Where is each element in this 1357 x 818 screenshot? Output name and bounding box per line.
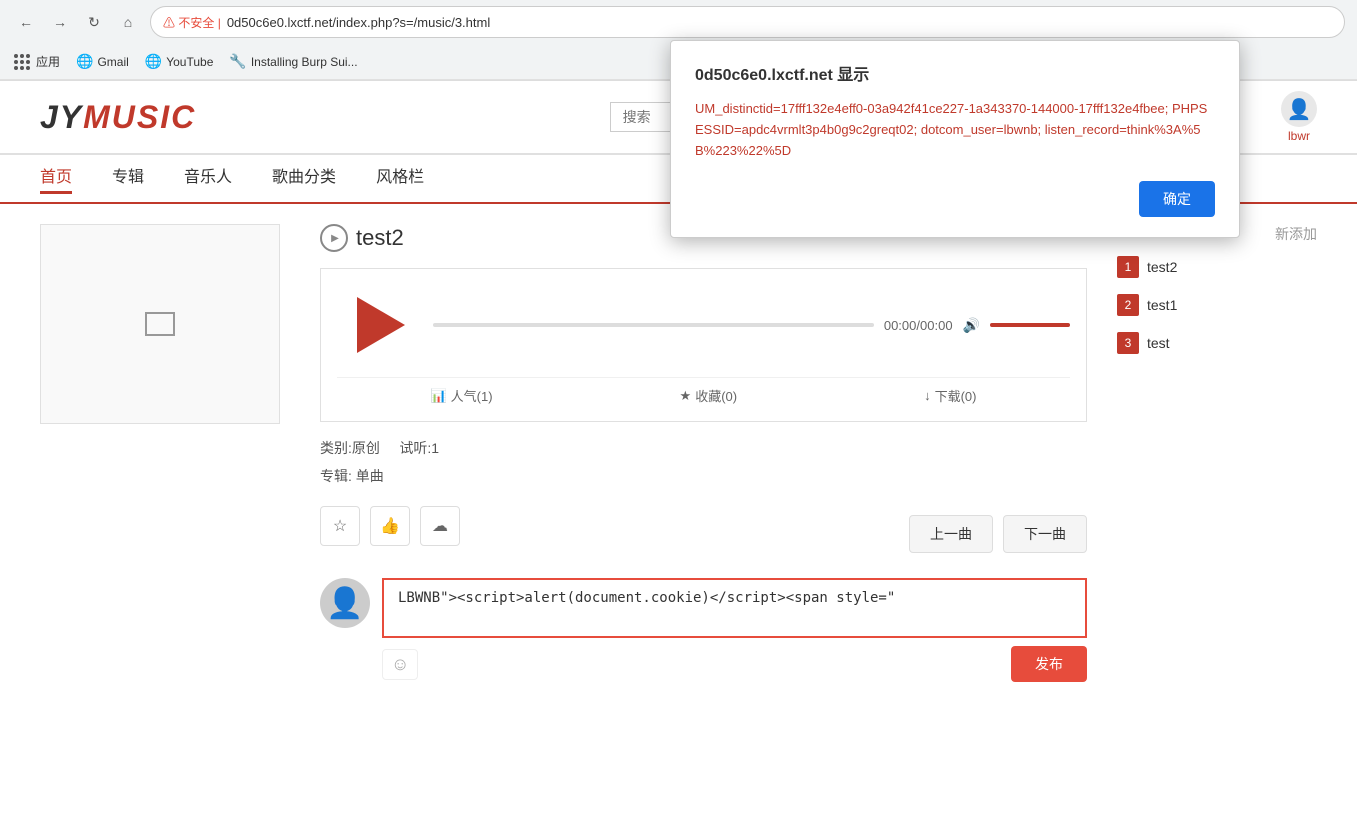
star-button[interactable]: ☆ — [320, 506, 360, 546]
player-actions: 📊 人气(1) ★ 收藏(0) ↓ 下载(0) — [337, 377, 1070, 405]
youtube-icon: 🌐 — [145, 53, 162, 70]
play-button[interactable] — [337, 285, 417, 365]
bookmark-youtube-label: YouTube — [166, 55, 213, 69]
back-button[interactable]: ← — [12, 8, 40, 36]
favorites-label: 收藏(0) — [695, 386, 737, 405]
song-meta: 类别:原创 试听:1 — [320, 438, 1087, 458]
download-icon: ↓ — [924, 388, 931, 403]
bookmark-apps[interactable]: 应用 — [12, 52, 60, 72]
security-warning: ⚠ 不安全 | — [163, 14, 221, 31]
center-panel: test2 00:00/00:00 🔊 — [320, 224, 1087, 682]
action-buttons: ☆ 👍 ☁ — [320, 506, 460, 546]
time-display: 00:00/00:00 — [884, 318, 953, 333]
nav-item-home[interactable]: 首页 — [40, 163, 72, 194]
volume-icon[interactable]: 🔊 — [963, 317, 980, 334]
comment-toolbar: ☺ 发布 — [382, 646, 1087, 682]
prev-button[interactable]: 上一曲 — [909, 515, 993, 553]
downloads-action[interactable]: ↓ 下载(0) — [924, 386, 976, 405]
listen-label: 试听:1 — [399, 440, 439, 456]
right-panel: 新添加 1 test2 2 test1 3 test — [1117, 224, 1317, 682]
player-controls: 00:00/00:00 🔊 — [433, 317, 1070, 334]
progress-bar[interactable] — [433, 323, 874, 327]
alert-dialog: 0d50c6e0.lxctf.net 显示 UM_distinctid=17ff… — [670, 40, 1240, 238]
comment-input[interactable]: LBWNB"><script>alert(document.cookie)</s… — [382, 578, 1087, 638]
play-triangle-icon — [357, 297, 405, 353]
user-avatar[interactable]: 👤 — [1281, 91, 1317, 127]
alert-footer: 确定 — [695, 181, 1215, 217]
comment-section: 👤 LBWNB"><script>alert(document.cookie)<… — [320, 578, 1087, 682]
main-content: test2 00:00/00:00 🔊 — [0, 204, 1357, 702]
bookmark-youtube[interactable]: 🌐 YouTube — [145, 53, 214, 70]
album-thumbnail — [145, 312, 175, 336]
nav-buttons: ← → ↻ ⌂ — [12, 8, 142, 36]
alert-header: 0d50c6e0.lxctf.net 显示 — [695, 61, 1215, 85]
comment-avatar: 👤 — [320, 578, 370, 628]
bookmark-apps-label: 应用 — [36, 53, 60, 70]
popularity-label: 人气(1) — [451, 386, 493, 405]
player-box: 00:00/00:00 🔊 📊 人气(1) ★ 收藏(0) — [320, 268, 1087, 422]
bookmark-burp[interactable]: 🔧 Installing Burp Sui... — [229, 53, 357, 70]
site-logo: JYMUSIC — [40, 99, 196, 136]
list-item-2: 2 test1 — [1117, 294, 1317, 316]
submit-button[interactable]: 发布 — [1011, 646, 1087, 682]
avatar-icon: 👤 — [326, 586, 363, 621]
nav-btns: 上一曲 下一曲 — [909, 515, 1087, 553]
like-button[interactable]: 👍 — [370, 506, 410, 546]
album-image — [40, 224, 280, 424]
home-button[interactable]: ⌂ — [114, 8, 142, 36]
star-icon: ★ — [680, 388, 692, 404]
progress-row: 00:00/00:00 🔊 — [433, 317, 1070, 334]
next-button[interactable]: 下一曲 — [1003, 515, 1087, 553]
cloud-button[interactable]: ☁ — [420, 506, 460, 546]
song-title: test2 — [356, 225, 404, 251]
bookmark-gmail[interactable]: 🌐 Gmail — [76, 53, 129, 70]
volume-bar[interactable] — [990, 323, 1070, 327]
song-name-1[interactable]: test2 — [1147, 259, 1177, 275]
actions-row: ☆ 👍 ☁ 上一曲 下一曲 — [320, 506, 1087, 562]
confirm-button[interactable]: 确定 — [1139, 181, 1215, 217]
play-circle-icon[interactable] — [320, 224, 348, 252]
address-bar[interactable]: ⚠ 不安全 | 0d50c6e0.lxctf.net/index.php?s=/… — [150, 6, 1345, 38]
song-name-3[interactable]: test — [1147, 335, 1170, 351]
nav-item-style[interactable]: 风格栏 — [376, 163, 424, 194]
gmail-icon: 🌐 — [76, 53, 93, 70]
rank-badge-2: 2 — [1117, 294, 1139, 316]
user-name: lbwr — [1288, 129, 1310, 143]
popularity-icon: 📊 — [430, 388, 446, 404]
favorites-action[interactable]: ★ 收藏(0) — [680, 386, 738, 405]
bookmark-gmail-label: Gmail — [97, 55, 128, 69]
comment-input-area: LBWNB"><script>alert(document.cookie)</s… — [382, 578, 1087, 682]
reload-button[interactable]: ↻ — [80, 8, 108, 36]
nav-item-artist[interactable]: 音乐人 — [184, 163, 232, 194]
logo-jy: JY — [40, 99, 83, 135]
category-label: 类别:原创 — [320, 440, 380, 456]
left-panel — [40, 224, 290, 682]
apps-icon — [12, 52, 32, 72]
bookmark-burp-label: Installing Burp Sui... — [251, 55, 358, 69]
logo-music: MUSIC — [83, 99, 196, 135]
browser-toolbar: ← → ↻ ⌂ ⚠ 不安全 | 0d50c6e0.lxctf.net/index… — [0, 0, 1357, 44]
forward-button[interactable]: → — [46, 8, 74, 36]
nav-item-album[interactable]: 专辑 — [112, 163, 144, 194]
popularity-action[interactable]: 📊 人气(1) — [430, 386, 492, 405]
emoji-button[interactable]: ☺ — [382, 649, 418, 680]
nav-item-category[interactable]: 歌曲分类 — [272, 163, 336, 194]
rank-badge-3: 3 — [1117, 332, 1139, 354]
list-item-3: 3 test — [1117, 332, 1317, 354]
list-item-1: 1 test2 — [1117, 256, 1317, 278]
url-display: 0d50c6e0.lxctf.net/index.php?s=/music/3.… — [227, 15, 490, 30]
burp-icon: 🔧 — [229, 53, 246, 70]
downloads-label: 下载(0) — [935, 386, 977, 405]
song-name-2[interactable]: test1 — [1147, 297, 1177, 313]
player-top: 00:00/00:00 🔊 — [337, 285, 1070, 365]
alert-body: UM_distinctid=17fff132e4eff0-03a942f41ce… — [695, 99, 1215, 161]
song-album: 专辑: 单曲 — [320, 466, 1087, 486]
rank-badge-1: 1 — [1117, 256, 1139, 278]
user-area: 👤 lbwr — [1281, 91, 1317, 143]
